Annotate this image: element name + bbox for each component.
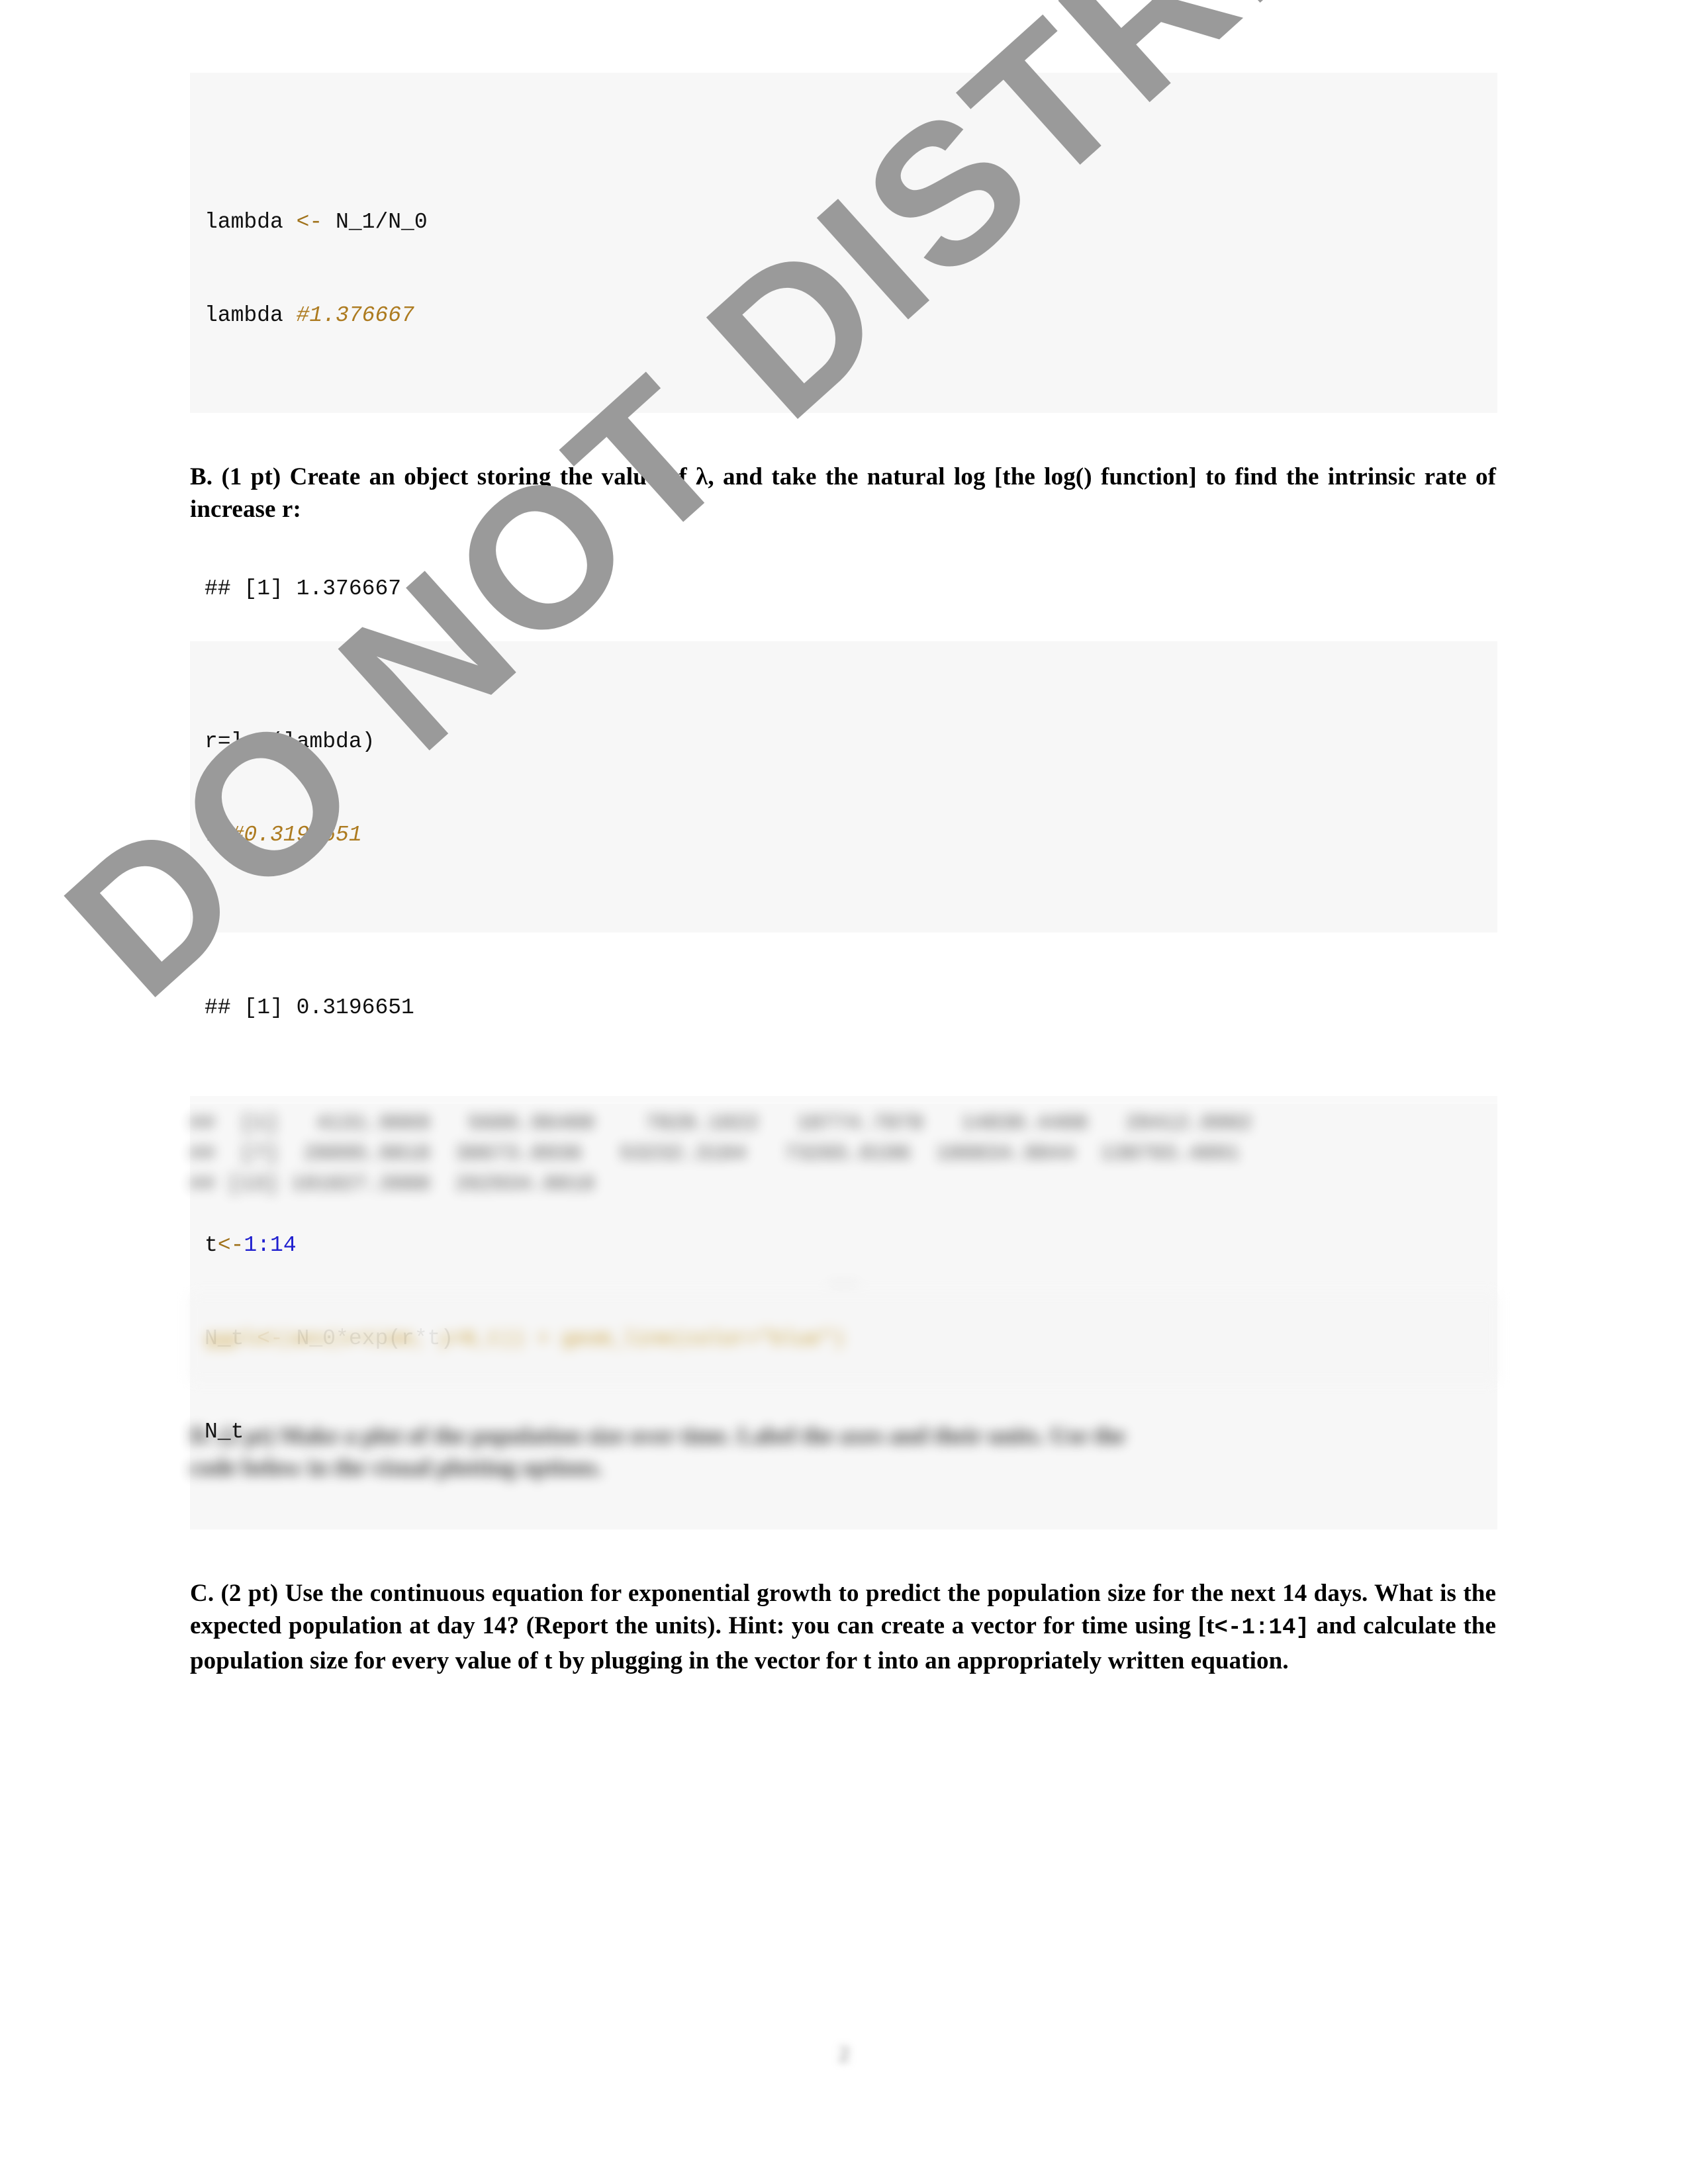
console-output-lambda: ## [1] 1.376667 (205, 576, 402, 601)
redacted-console-output-nt: ## [1] 4131.9069 5686.96400 7828.1022 10… (190, 1109, 1497, 1200)
redacted-paragraph-d-line2: code below in the visual plotting option… (190, 1454, 603, 1480)
redacted-ellipsis: ... (828, 1271, 859, 1291)
page-number: 2 (839, 2042, 849, 2066)
redacted-output-line-1: ## [1] 4131.9069 5686.96400 7828.1022 10… (190, 1112, 1252, 1135)
spacer-after-code2 (190, 933, 1497, 992)
document-page: lambda <- N_1/N_0 lambda #1.376667 B. (1… (0, 0, 1688, 2184)
spacer-after-code1 (190, 413, 1497, 461)
code-token-r-comment: #0.3196651 (230, 823, 362, 847)
code-token-r-log-expr: r=log(lambda) (205, 729, 375, 754)
code-block-lambda[interactable]: lambda <- N_1/N_0 lambda #1.376667 (190, 73, 1497, 413)
redacted-code-token-fn: ggplot(aes(x=time, y=N_t)) + geom_line(c… (205, 1328, 845, 1351)
redacted-output-line-2: ## [7] 28095.9818 38673.8936 53232.3104 … (190, 1142, 1240, 1165)
redacted-question-paragraph-d: D. (2 pt) Make a plot of the population … (190, 1420, 1497, 1483)
console-output-r: ## [1] 0.3196651 (205, 995, 414, 1020)
code-line-r-print: r #0.3196651 (205, 819, 1481, 850)
code-line-lambda-assign: lambda <- N_1/N_0 (205, 206, 1481, 238)
code-block-r-log[interactable]: r=log(lambda) r #0.3196651 (190, 641, 1497, 933)
redacted-paragraph-d-line1: D. (2 pt) Make a plot of the population … (190, 1422, 1125, 1449)
redacted-ellipsis-row: ... (190, 1271, 1497, 1291)
code-token-lambda-expr: N_1/N_0 (322, 210, 428, 234)
code-token-lambda-name: lambda (205, 210, 297, 234)
code-token-lambda-comment: #1.376667 (296, 303, 414, 328)
spacer-after-output1 (190, 604, 1497, 641)
code-token-r-print: r (205, 823, 231, 847)
code-line-r-assign: r=log(lambda) (205, 726, 1481, 757)
top-margin-spacer (190, 0, 1497, 73)
question-paragraph-b: B. (1 pt) Create an object storing the v… (190, 463, 1496, 523)
spacer-after-paragraph-b (190, 525, 1497, 573)
code-line-lambda-print: lambda #1.376667 (205, 300, 1481, 331)
code-token-lambda-print: lambda (205, 303, 297, 328)
code-token-assign-arrow: <- (296, 210, 323, 234)
redacted-lower-section: ## [1] 4131.9069 5686.96400 7828.1022 10… (0, 1082, 1688, 2115)
redacted-code-block-ggplot[interactable]: ggplot(aes(x=time, y=N_t)) + geom_line(c… (190, 1294, 1497, 1381)
redacted-code-body: ggplot(aes(x=time, y=N_t)) + geom_line(c… (190, 1294, 1497, 1381)
redacted-output-line-3: ## [13] 191027.3988 262934.0018 (190, 1173, 595, 1196)
